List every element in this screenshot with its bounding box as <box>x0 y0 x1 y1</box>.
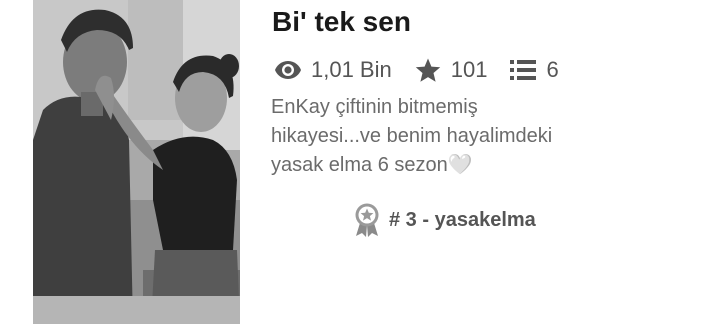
eye-icon <box>274 56 302 84</box>
list-icon <box>509 56 537 84</box>
reads-stat: 1,01 Bin <box>274 56 392 84</box>
description-line: hikayesi...ve benim hayalimdeki <box>271 125 553 147</box>
story-description: EnKay çiftinin bitmemiş hikayesi...ve be… <box>271 93 691 180</box>
description-line-text: yasak elma 6 sezon <box>271 154 448 176</box>
story-card[interactable]: Bi' tek sen 1,01 Bin 101 6 EnKay çiftini… <box>0 0 720 324</box>
votes-count: 101 <box>450 57 488 82</box>
parts-stat: 6 <box>509 56 559 84</box>
ranking-label: # 3 - yasakelma <box>389 208 536 231</box>
story-cover-image[interactable] <box>33 0 240 324</box>
star-icon <box>414 56 442 84</box>
reads-count: 1,01 Bin <box>311 57 392 82</box>
cover-photo <box>33 0 240 324</box>
story-title[interactable]: Bi' tek sen <box>272 6 411 38</box>
story-info: Bi' tek sen 1,01 Bin 101 6 EnKay çiftini… <box>271 0 711 324</box>
description-line: yasak elma 6 sezon🤍 <box>271 151 691 180</box>
votes-stat: 101 <box>414 56 488 84</box>
parts-count: 6 <box>546 57 559 82</box>
white-heart-emoji: 🤍 <box>447 154 473 176</box>
ranking-tag[interactable]: # 3 - yasakelma <box>353 203 536 237</box>
story-stats: 1,01 Bin 101 6 <box>274 55 581 85</box>
description-line: EnKay çiftinin bitmemiş <box>271 96 478 118</box>
ribbon-badge-icon <box>355 203 379 237</box>
